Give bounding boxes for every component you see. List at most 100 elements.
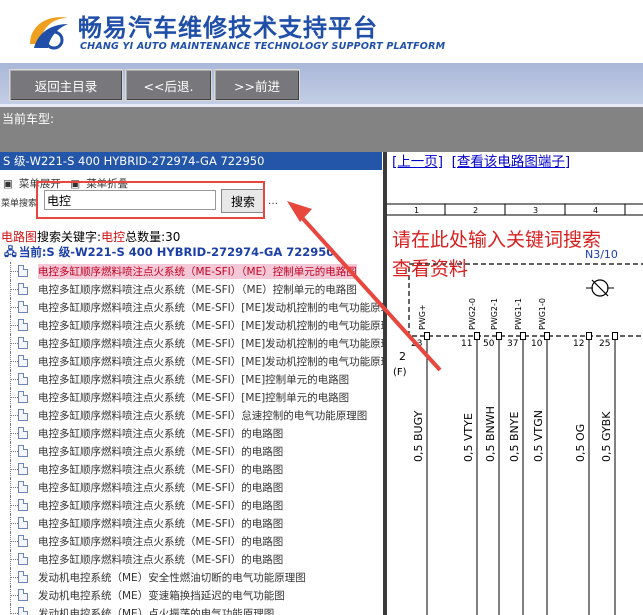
pin-tick [586,332,592,340]
wire-label: 0,5 VTGN [532,410,545,462]
keyword-summary: 电路图搜索关键字:电控总数量:30 [1,228,180,245]
home-button[interactable]: 返回主目录 [9,69,123,101]
document-icon [18,337,28,349]
ruler-3: 3 [533,206,539,215]
tree-item[interactable]: 电控多缸顺序燃料喷注点火系统（ME-SFI）[ME]发动机控制的电气功能原理图 [0,334,383,352]
pin-signal-label: PWG2-1 [490,298,499,330]
tree-item[interactable]: 电控多缸顺序燃料喷注点火系统（ME-SFI）怠速控制的电气功能原理图 [0,406,383,424]
tree-elbow [10,307,18,309]
circuit-diagram [387,203,643,615]
keyword-label: 搜索关键字: [37,230,102,244]
tree-elbow [10,325,18,327]
expand-icon[interactable]: ▣ [3,178,13,190]
keyword-value: 电控 [101,230,126,244]
count-value: 30 [165,230,181,244]
header: 畅易汽车维修技术支持平台 CHANG YI AUTO MAINTENANCE T… [0,0,643,63]
tree-item-label: 电控多缸顺序燃料喷注点火系统（ME-SFI）的电路图 [38,500,284,512]
tree-elbow [10,343,18,345]
keyword-prefix: 电路图 [1,230,38,244]
tree-item[interactable]: 电控多缸顺序燃料喷注点火系统（ME-SFI）的电路图 [0,550,383,568]
search-hint-annotation: 请在此处输入关键词搜索 查看资料 [392,226,601,284]
tree-item[interactable]: 电控多缸顺序燃料喷注点火系统（ME-SFI）[ME]发动机控制的电气功能原理图 [0,298,383,316]
tree-elbow [10,379,18,381]
tree-elbow [10,271,18,273]
current-node[interactable]: 🖧 当前:S 级-W221-S 400 HYBRID-272974-GA 7229… [4,244,334,264]
tree-item[interactable]: 电控多缸顺序燃料喷注点火系统（ME-SFI）[ME]发动机控制的电气功能原理图 [0,352,383,370]
right-pane: [上一页] [查看该电路图端子] 1 2 3 4 请在此处输入关键词搜索 查看资… [387,152,643,615]
forward-button[interactable]: >>前进 [214,69,300,101]
tree-elbow [10,505,18,507]
tree-item[interactable]: 发动机电控系统（ME）变速箱换挡延迟的电气功能图 [0,586,383,604]
wire-label: 0,5 VTYE [462,413,475,462]
tree-item-label: 发动机电控系统（ME）安全性燃油切断的电气功能原理图 [38,572,306,584]
document-icon [18,481,28,493]
document-icon [18,301,28,313]
tree-item[interactable]: 电控多缸顺序燃料喷注点火系统（ME-SFI）[ME]发动机控制的电气功能原理图 [0,316,383,334]
tree-elbow [10,361,18,363]
tree-item-label: 电控多缸顺序燃料喷注点火系统（ME-SFI）[ME]发动机控制的电气功能原理图 [38,302,383,314]
document-icon [18,571,28,583]
tree-elbow [10,523,18,525]
tree-item[interactable]: 发动机电控系统（ME）安全性燃油切断的电气功能原理图 [0,568,383,586]
tree-item[interactable]: 电控多缸顺序燃料喷注点火系统（ME-SFI）的电路图 [0,424,383,442]
ruler-1: 1 [414,206,420,215]
tree-item[interactable]: 电控多缸顺序燃料喷注点火系统（ME-SFI）的电路图 [0,514,383,532]
tree-item[interactable]: 发动机电控系统（ME）点火振荡的电气功能原理图 [0,604,383,615]
pin-tick [496,332,502,340]
brand-subtitle: CHANG YI AUTO MAINTENANCE TECHNOLOGY SUP… [80,41,446,52]
pin-signal-label: PWG+ [418,304,427,330]
tree-item[interactable]: 电控多缸顺序燃料喷注点火系统（ME-SFI）[ME]控制单元的电路图 [0,388,383,406]
tree-item-label: 电控多缸顺序燃料喷注点火系统（ME-SFI）[ME]发动机控制的电气功能原理图 [38,338,383,350]
toolbar: 返回主目录 <<后退. >>前进 [0,63,643,107]
tree-item-label: 电控多缸顺序燃料喷注点火系统（ME-SFI）的电路图 [38,554,284,566]
brand-title: 畅易汽车维修技术支持平台 [78,14,378,42]
document-icon [18,409,28,421]
current-model-label: 当前车型: [2,112,55,126]
document-icon [18,427,28,439]
tree-item[interactable]: 电控多缸顺序燃料喷注点火系统（ME-SFI）（ME）控制单元的电路图 [0,280,383,298]
pin-signal-label: PWG1-1 [514,298,523,330]
document-icon [18,589,28,601]
connector-label: N3/10 [585,248,618,261]
hint-line-2: 查看资料 [392,258,469,280]
pin-number: 11 [461,339,473,349]
tree-item-label: 电控多缸顺序燃料喷注点火系统（ME-SFI）怠速控制的电气功能原理图 [38,410,368,422]
row-label-f: (F) [393,367,407,378]
pin-number: 37 [507,339,519,349]
tree-item[interactable]: 电控多缸顺序燃料喷注点火系统（ME-SFI）（ME）控制单元的电路图 [0,262,383,280]
left-pane: S 级-W221-S 400 HYBRID-272974-GA 722950 ▣… [0,152,383,615]
tree-elbow [10,541,18,543]
tree-item[interactable]: 电控多缸顺序燃料喷注点火系统（ME-SFI）的电路图 [0,496,383,514]
wire-label: 0,5 BUGY [412,410,425,462]
tree-item[interactable]: 电控多缸顺序燃料喷注点火系统（ME-SFI）的电路图 [0,478,383,496]
tree-item[interactable]: 电控多缸顺序燃料喷注点火系统（ME-SFI）的电路图 [0,460,383,478]
wire-label: 0,5 OG [574,423,587,462]
count-label: 总数量: [125,230,166,244]
tree-item-label: 电控多缸顺序燃料喷注点火系统（ME-SFI）（ME）控制单元的电路图 [38,264,357,279]
tree-item-label: 发动机电控系统（ME）点火振荡的电气功能原理图 [38,608,275,615]
tree-item[interactable]: 电控多缸顺序燃料喷注点火系统（ME-SFI）的电路图 [0,442,383,460]
tree-item-label: 电控多缸顺序燃料喷注点火系统（ME-SFI）[ME]发动机控制的电气功能原理图 [38,320,383,332]
pin-tick [474,332,480,340]
tree-item-label: 电控多缸顺序燃料喷注点火系统（ME-SFI）的电路图 [38,446,284,458]
result-tree: 电控多缸顺序燃料喷注点火系统（ME-SFI）（ME）控制单元的电路图 电控多缸顺序… [0,262,383,615]
document-icon [18,319,28,331]
document-icon [18,607,28,615]
tree-elbow [10,469,18,471]
wire-label: 0,5 GYBK [600,411,613,462]
dots: … [268,196,278,207]
tree-elbow [10,451,18,453]
search-label: 菜单搜索 [1,199,38,209]
pin-tick [424,332,430,340]
row-label: 2 [399,350,406,363]
tree-item[interactable]: 电控多缸顺序燃料喷注点火系统（ME-SFI）[ME]控制单元的电路图 [0,370,383,388]
tree-item-label: 电控多缸顺序燃料喷注点火系统（ME-SFI）[ME]控制单元的电路图 [38,392,350,404]
tree-item-label: 电控多缸顺序燃料喷注点火系统（ME-SFI）的电路图 [38,482,284,494]
pin-number: 23 [411,339,423,349]
document-icon [18,355,28,367]
model-bar: 当前车型: [0,107,643,152]
pin-signal-label: PWG1-0 [538,298,547,330]
back-button[interactable]: <<后退. [125,69,212,101]
document-icon [18,445,28,457]
tree-item[interactable]: 电控多缸顺序燃料喷注点火系统（ME-SFI）的电路图 [0,532,383,550]
